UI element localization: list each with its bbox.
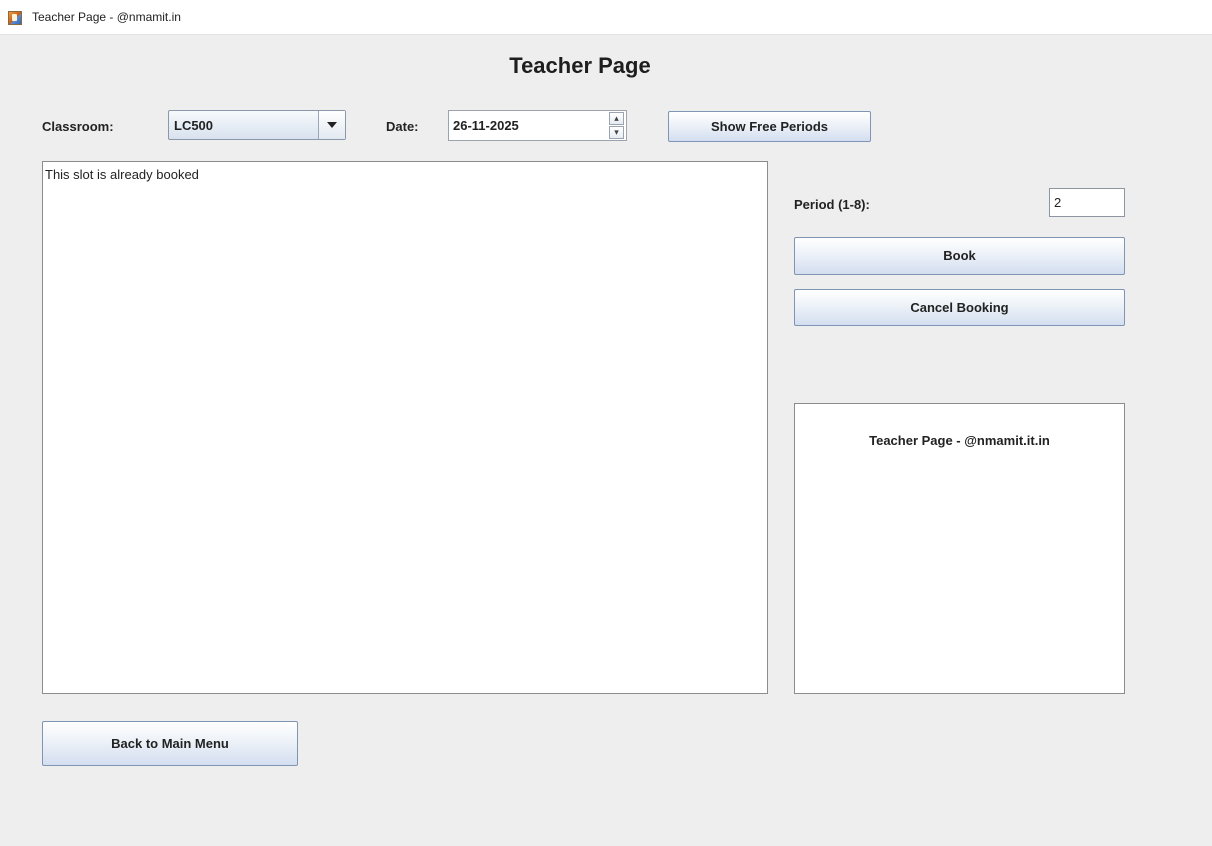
classroom-selected-value: LC500 [174, 118, 214, 133]
date-value: 26-11-2025 [453, 118, 519, 133]
info-panel: Teacher Page - @nmamit.it.in [794, 403, 1125, 694]
date-spinner[interactable]: 26-11-2025 ▴ ▾ [448, 110, 627, 141]
output-message: This slot is already booked [45, 167, 199, 182]
period-input[interactable]: 2 [1049, 188, 1125, 217]
output-text-area[interactable]: This slot is already booked [42, 161, 768, 694]
book-button[interactable]: Book [794, 237, 1125, 275]
back-to-main-menu-button[interactable]: Back to Main Menu [42, 721, 298, 766]
window-title: Teacher Page - @nmamit.in [32, 10, 181, 24]
period-label: Period (1-8): [794, 197, 870, 212]
chevron-down-icon[interactable] [318, 111, 345, 139]
classroom-label: Classroom: [42, 119, 114, 134]
java-app-icon [8, 11, 22, 25]
page-title: Teacher Page [509, 53, 651, 78]
cancel-booking-button[interactable]: Cancel Booking [794, 289, 1125, 326]
date-label: Date: [386, 119, 419, 134]
show-free-periods-button[interactable]: Show Free Periods [668, 111, 871, 142]
title-bar: Teacher Page - @nmamit.in [0, 0, 1212, 35]
info-panel-text: Teacher Page - @nmamit.it.in [869, 433, 1050, 448]
spin-down-icon[interactable]: ▾ [609, 126, 624, 139]
classroom-dropdown[interactable]: LC500 [168, 110, 346, 140]
spin-up-icon[interactable]: ▴ [609, 112, 624, 125]
